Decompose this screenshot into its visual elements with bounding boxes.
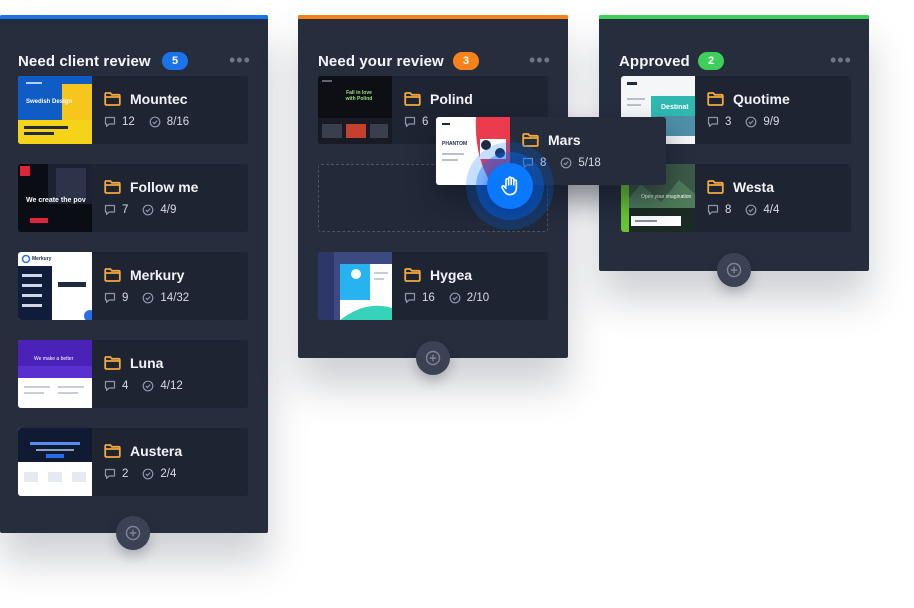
comment-icon	[104, 292, 116, 304]
project-card-mountec[interactable]: Swedish Design Mountec 12 8/16	[18, 76, 248, 144]
column-accent-stripe	[599, 15, 869, 19]
task-progress: 2/10	[466, 292, 490, 304]
project-thumbnail: Fall in love with Polind	[318, 76, 392, 144]
check-circle-icon	[143, 292, 154, 304]
check-circle-icon	[149, 116, 161, 128]
project-name: Austera	[130, 443, 183, 459]
project-thumbnail	[318, 252, 392, 320]
folder-icon	[707, 92, 724, 106]
thumbnail-caption: Merkury	[32, 256, 52, 262]
comment-icon	[707, 116, 719, 128]
comment-count: 7	[122, 204, 129, 216]
thumbnail-caption: We create the pov	[26, 197, 86, 204]
column-title: Approved	[619, 53, 690, 70]
project-card-austera[interactable]: Austera 2 2/4	[18, 428, 248, 496]
project-name: Mountec	[130, 91, 188, 107]
project-thumbnail: Swedish Design	[18, 76, 92, 144]
check-circle-icon	[746, 116, 757, 128]
add-card-button[interactable]	[116, 516, 150, 550]
more-dots-icon[interactable]: •••	[229, 51, 251, 69]
project-card-luna[interactable]: We make a better Luna 4 4/12	[18, 340, 248, 408]
thumbnail-caption: Swedish Design	[26, 99, 73, 105]
project-name: Follow me	[130, 179, 199, 195]
comment-count: 4	[122, 380, 129, 392]
comment-count: 2	[122, 468, 129, 480]
project-name: Quotime	[733, 91, 790, 107]
comment-icon	[104, 380, 116, 392]
comment-count: 6	[422, 116, 429, 128]
check-circle-icon	[449, 292, 461, 304]
thumbnail-caption: PHANTOM	[442, 141, 468, 147]
project-name: Merkury	[130, 267, 185, 283]
task-progress: 4/4	[763, 204, 780, 216]
check-circle-icon	[143, 468, 154, 480]
project-card-merkury[interactable]: Merkury Merkury 9 14/32	[18, 252, 248, 320]
folder-icon	[104, 92, 121, 106]
project-name: Mars	[548, 132, 581, 148]
project-name: Hygea	[430, 267, 473, 283]
column-count-badge: 2	[698, 52, 724, 70]
task-progress: 5/18	[578, 157, 601, 169]
column-count-badge: 3	[453, 52, 479, 70]
folder-icon	[104, 268, 121, 282]
folder-icon	[404, 268, 421, 282]
comment-icon	[104, 204, 116, 216]
add-card-button[interactable]	[416, 341, 450, 375]
task-progress: 8/16	[166, 116, 190, 128]
folder-icon	[104, 444, 121, 458]
grab-hand-icon[interactable]	[487, 163, 533, 209]
comment-icon	[104, 116, 116, 128]
comment-count: 9	[122, 292, 129, 304]
task-progress: 14/32	[160, 292, 190, 304]
project-name: Luna	[130, 355, 164, 371]
project-card-follow-me[interactable]: We create the pov Follow me 7 4/9	[18, 164, 248, 232]
comment-count: 8	[725, 204, 732, 216]
folder-icon	[404, 92, 421, 106]
column-title: Need your review	[318, 53, 444, 70]
task-progress: 4/12	[160, 380, 183, 392]
project-thumbnail: We create the pov	[18, 164, 92, 232]
comment-count: 12	[122, 116, 135, 128]
column-count-badge: 5	[162, 52, 188, 70]
add-card-button[interactable]	[717, 253, 751, 287]
folder-icon	[707, 180, 724, 194]
more-dots-icon[interactable]: •••	[529, 51, 551, 69]
task-progress: 2/4	[160, 468, 177, 480]
project-thumbnail	[18, 428, 92, 496]
thumbnail-caption: Open your imagination	[641, 194, 692, 200]
check-circle-icon	[561, 157, 572, 169]
column-title: Need client review	[18, 53, 151, 70]
comment-icon	[404, 116, 416, 128]
project-name: Westa	[733, 179, 774, 195]
project-thumbnail: Merkury	[18, 252, 92, 320]
thumbnail-caption: Fall in love with Polind	[345, 90, 373, 102]
comment-icon	[104, 468, 116, 480]
comment-icon	[404, 292, 416, 304]
task-progress: 9/9	[763, 116, 780, 128]
project-card-hygea[interactable]: Hygea 16 2/10	[318, 252, 548, 320]
more-dots-icon[interactable]: •••	[830, 51, 852, 69]
thumbnail-caption: We make a better	[34, 356, 74, 362]
check-circle-icon	[746, 204, 757, 216]
check-circle-icon	[143, 380, 154, 392]
add-circle-icon	[425, 350, 441, 366]
add-circle-icon	[726, 262, 742, 278]
thumbnail-caption: Destinat	[661, 104, 689, 111]
folder-icon	[104, 180, 121, 194]
check-circle-icon	[143, 204, 154, 216]
comment-count: 3	[725, 116, 732, 128]
project-thumbnail: We make a better	[18, 340, 92, 408]
comment-count: 16	[422, 292, 435, 304]
folder-icon	[104, 356, 121, 370]
column-accent-stripe	[298, 15, 568, 19]
task-progress: 4/9	[160, 204, 177, 216]
add-circle-icon	[125, 525, 141, 541]
project-name: Polind	[430, 91, 473, 107]
comment-icon	[707, 204, 719, 216]
column-accent-stripe	[0, 15, 268, 19]
